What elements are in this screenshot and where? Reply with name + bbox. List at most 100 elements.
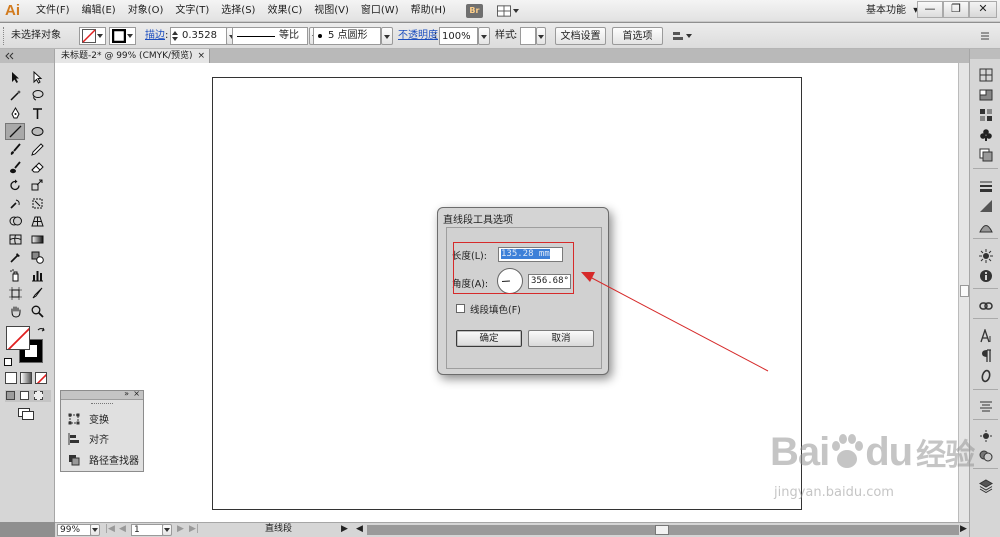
brush-dropdown[interactable] xyxy=(381,27,393,45)
opacity-input[interactable]: 100% xyxy=(439,27,478,45)
appearance-sun-icon[interactable] xyxy=(977,247,994,264)
menu-help[interactable]: 帮助(H) xyxy=(405,0,452,22)
close-tab-icon[interactable]: × xyxy=(197,49,205,63)
artboard-number-input[interactable]: 1 xyxy=(131,524,163,536)
none-button[interactable] xyxy=(35,372,47,384)
arrange-documents-button[interactable] xyxy=(496,4,519,18)
graphic-style-swatch[interactable] xyxy=(520,27,536,45)
minimize-button[interactable]: — xyxy=(917,1,943,18)
stroke-panel-link[interactable]: 描边 xyxy=(145,27,165,45)
align-panel-icon[interactable] xyxy=(977,398,994,415)
close-panel-icon[interactable]: × xyxy=(133,389,140,398)
grip-handle[interactable] xyxy=(3,27,7,45)
rotate-tool[interactable] xyxy=(5,177,25,194)
status-menu-arrow[interactable]: ▶ xyxy=(341,524,348,536)
draw-behind-icon[interactable] xyxy=(20,391,29,400)
menu-type[interactable]: 文字(T) xyxy=(169,0,215,22)
horizontal-scroll-thumb[interactable] xyxy=(655,525,669,535)
symbol-sprayer-tool[interactable] xyxy=(5,267,25,284)
lasso-tool[interactable] xyxy=(27,87,47,104)
previous-artboard-icon[interactable]: ◀ xyxy=(119,524,126,536)
floating-panel-header[interactable]: » × xyxy=(61,389,143,400)
gradient-button[interactable] xyxy=(20,372,32,384)
opacity-panel-link[interactable]: 不透明度 xyxy=(398,27,438,45)
swatches-panel-icon[interactable] xyxy=(977,106,994,123)
stroke-weight-input[interactable]: 0.3528 xyxy=(170,27,227,45)
transform-panel-item[interactable]: 变换 xyxy=(68,411,109,426)
hand-tool[interactable] xyxy=(5,303,25,320)
artboard-dropdown[interactable] xyxy=(162,524,172,536)
ellipse-tool[interactable] xyxy=(27,123,47,140)
color-button[interactable] xyxy=(5,372,17,384)
cancel-button[interactable]: 取消 xyxy=(528,330,594,347)
align-panel-item[interactable]: 对齐 xyxy=(68,431,109,446)
scale-tool[interactable] xyxy=(27,177,47,194)
stroke-color-dropdown[interactable] xyxy=(109,27,136,45)
paragraph-pilcrow-icon[interactable] xyxy=(977,347,994,364)
layers-panel-icon[interactable] xyxy=(977,477,994,494)
slice-tool[interactable] xyxy=(27,285,47,302)
menu-select[interactable]: 选择(S) xyxy=(215,0,261,22)
zoom-dropdown[interactable] xyxy=(90,524,100,536)
menu-view[interactable]: 视图(V) xyxy=(308,0,355,22)
default-colors-icon[interactable] xyxy=(4,358,12,366)
control-panel-menu[interactable] xyxy=(980,27,990,45)
scroll-right-arrow[interactable]: ▶ xyxy=(960,524,967,536)
color-panel-icon[interactable] xyxy=(977,66,994,83)
blend-tool[interactable] xyxy=(27,249,47,266)
fill-color-dropdown[interactable] xyxy=(79,27,106,45)
pathfinder-panel-icon[interactable] xyxy=(977,447,994,464)
menu-window[interactable]: 窗口(W) xyxy=(355,0,405,22)
stroke-panel-icon[interactable] xyxy=(977,177,994,194)
brushes-panel-icon[interactable] xyxy=(977,427,994,444)
preferences-button[interactable]: 首选项 xyxy=(612,27,663,45)
scroll-left-arrow[interactable]: ◀ xyxy=(356,524,363,536)
screen-mode-button[interactable] xyxy=(18,408,34,420)
symbols-club-icon[interactable] xyxy=(977,126,994,143)
eyedropper-tool[interactable] xyxy=(5,249,25,266)
variable-width-profile[interactable]: 等比 xyxy=(232,27,308,45)
color-guide-panel-icon[interactable] xyxy=(977,86,994,103)
next-artboard-icon[interactable]: ▶ xyxy=(177,524,184,536)
column-graph-tool[interactable] xyxy=(27,267,47,284)
gradient-panel-icon[interactable] xyxy=(977,197,994,214)
info-panel-icon[interactable] xyxy=(977,267,994,284)
direct-selection-tool[interactable] xyxy=(27,69,47,86)
free-transform-tool[interactable] xyxy=(27,195,47,212)
restore-button[interactable]: ❐ xyxy=(943,1,969,18)
last-artboard-icon[interactable]: ▶| xyxy=(189,524,199,536)
document-setup-button[interactable]: 文档设置 xyxy=(555,27,606,45)
pen-tool[interactable] xyxy=(5,105,25,122)
vertical-scroll-thumb[interactable] xyxy=(960,285,969,297)
gradient-tool[interactable] xyxy=(27,231,47,248)
tools-panel-header[interactable] xyxy=(0,49,54,63)
document-tab[interactable]: 未标题-2* @ 99% (CMYK/预览) × xyxy=(55,49,210,63)
collapse-arrows-icon[interactable]: » xyxy=(124,389,129,398)
draw-normal-icon[interactable] xyxy=(6,391,15,400)
artboard-tool[interactable] xyxy=(5,285,25,302)
horizontal-scrollbar[interactable] xyxy=(367,525,959,535)
floating-panel-grip[interactable] xyxy=(91,403,113,405)
graphic-style-dropdown[interactable] xyxy=(536,27,546,45)
magic-wand-tool[interactable] xyxy=(5,87,25,104)
selection-tool[interactable] xyxy=(5,69,25,86)
menu-effect[interactable]: 效果(C) xyxy=(261,0,308,22)
links-chain-icon[interactable] xyxy=(977,297,994,314)
line-segment-tool[interactable] xyxy=(5,123,25,140)
zoom-level-input[interactable]: 99% xyxy=(57,524,91,536)
perspective-grid-tool[interactable] xyxy=(27,213,47,230)
opacity-dropdown[interactable] xyxy=(478,27,490,45)
close-window-button[interactable]: ✕ xyxy=(969,1,997,18)
paintbrush-tool[interactable] xyxy=(5,141,25,158)
draw-inside-icon[interactable] xyxy=(34,391,43,400)
first-artboard-icon[interactable]: |◀ xyxy=(105,524,115,536)
align-options-button[interactable] xyxy=(672,27,692,45)
eraser-tool[interactable] xyxy=(27,159,47,176)
blob-brush-tool[interactable] xyxy=(5,159,25,176)
dock-header[interactable] xyxy=(970,49,1000,59)
type-tool[interactable] xyxy=(27,105,47,122)
workspace-switcher[interactable]: 基本功能 ▾ xyxy=(866,0,918,22)
shape-builder-tool[interactable] xyxy=(5,213,25,230)
transparency-panel-icon[interactable] xyxy=(977,217,994,234)
ok-button[interactable]: 确定 xyxy=(456,330,522,347)
